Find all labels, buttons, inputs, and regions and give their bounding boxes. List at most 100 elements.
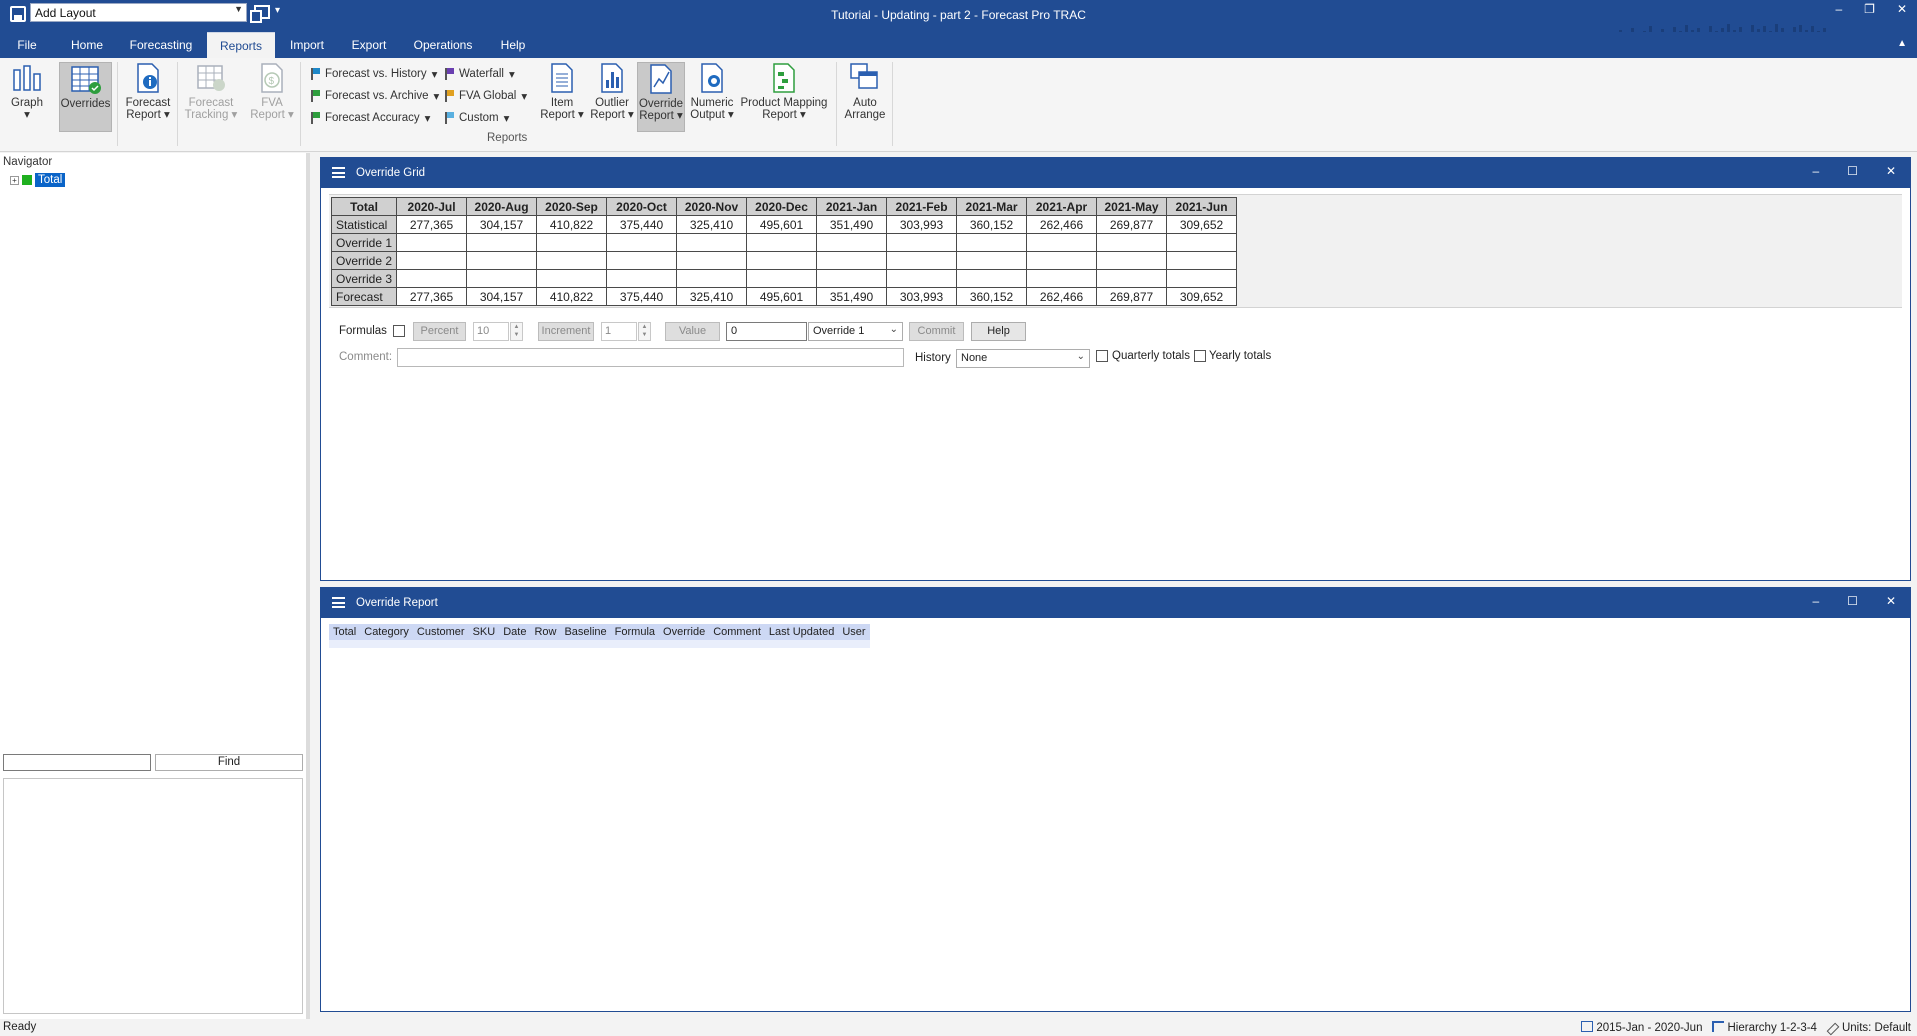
- fva-global-button[interactable]: FVA Global ▾: [445, 89, 527, 103]
- grid-cell[interactable]: 351,490: [816, 215, 888, 234]
- tree-item-total[interactable]: + Total: [10, 173, 66, 187]
- outlier-report-button[interactable]: Outlier Report ▾: [590, 62, 634, 121]
- minimize-icon[interactable]: –: [1835, 2, 1842, 16]
- tab-import[interactable]: Import: [285, 32, 329, 58]
- grid-cell[interactable]: [1026, 269, 1098, 288]
- grid-cell[interactable]: 304,157: [466, 215, 538, 234]
- grid-column-header[interactable]: 2020-Aug: [466, 197, 538, 216]
- overrides-button[interactable]: Overrides: [59, 62, 112, 132]
- grid-cell[interactable]: 304,157: [466, 287, 538, 306]
- grid-cell[interactable]: 262,466: [1026, 287, 1098, 306]
- tab-home[interactable]: Home: [66, 32, 108, 58]
- tab-help[interactable]: Help: [497, 32, 529, 58]
- grid-cell[interactable]: 360,152: [956, 215, 1028, 234]
- tab-file[interactable]: File: [10, 32, 44, 58]
- grid-cell[interactable]: [746, 233, 818, 252]
- minimize-icon[interactable]: –: [1812, 164, 1819, 178]
- grid-cell[interactable]: [886, 251, 958, 270]
- grid-cell[interactable]: [466, 233, 538, 252]
- grid-cell[interactable]: 262,466: [1026, 215, 1098, 234]
- grid-cell[interactable]: [1166, 251, 1238, 270]
- grid-cell[interactable]: [536, 251, 608, 270]
- grid-cell[interactable]: [746, 251, 818, 270]
- tree-item-label[interactable]: Total: [35, 173, 66, 187]
- report-column-header[interactable]: Baseline: [560, 624, 611, 640]
- status-units[interactable]: Units: Default: [1826, 1022, 1911, 1035]
- forecast-vs-archive-button[interactable]: Forecast vs. Archive ▾: [311, 89, 439, 103]
- report-column-header[interactable]: SKU: [468, 624, 500, 640]
- restore-icon[interactable]: ❐: [1864, 2, 1875, 16]
- override-select[interactable]: Override 1 ⌄: [808, 322, 903, 341]
- hamburger-menu-icon[interactable]: [332, 597, 345, 608]
- grid-column-header[interactable]: 2020-Oct: [606, 197, 678, 216]
- grid-cell[interactable]: 325,410: [676, 215, 748, 234]
- product-mapping-report-button[interactable]: Product Mapping Report ▾: [738, 62, 830, 121]
- increment-input[interactable]: 1: [601, 322, 637, 341]
- forecast-tracking-button[interactable]: Forecast Tracking ▾: [180, 62, 242, 121]
- grid-cell[interactable]: 375,440: [606, 287, 678, 306]
- grid-cell[interactable]: [536, 269, 608, 288]
- grid-cell[interactable]: 325,410: [676, 287, 748, 306]
- grid-cell[interactable]: 303,993: [886, 215, 958, 234]
- grid-column-header[interactable]: 2021-Jan: [816, 197, 888, 216]
- close-icon[interactable]: ✕: [1897, 2, 1907, 16]
- grid-cell[interactable]: 410,822: [536, 215, 608, 234]
- waterfall-button[interactable]: Waterfall ▾: [445, 67, 515, 81]
- grid-cell[interactable]: 495,601: [746, 287, 818, 306]
- close-icon[interactable]: ✕: [1886, 594, 1896, 608]
- collapse-ribbon-icon[interactable]: ▲: [1897, 38, 1907, 49]
- tab-export[interactable]: Export: [348, 32, 390, 58]
- grid-cell[interactable]: 303,993: [886, 287, 958, 306]
- commit-button[interactable]: Commit: [909, 322, 964, 341]
- grid-cell[interactable]: [1166, 269, 1238, 288]
- override-report-button[interactable]: Override Report ▾: [637, 62, 685, 132]
- grid-column-header[interactable]: 2021-Apr: [1026, 197, 1098, 216]
- find-button[interactable]: Find: [155, 754, 303, 771]
- grid-cell[interactable]: 375,440: [606, 215, 678, 234]
- quarterly-totals-checkbox[interactable]: [1096, 350, 1108, 362]
- grid-column-header[interactable]: 2021-Feb: [886, 197, 958, 216]
- report-column-header[interactable]: Override: [659, 624, 710, 640]
- grid-cell[interactable]: [606, 269, 678, 288]
- grid-column-header[interactable]: 2020-Jul: [396, 197, 468, 216]
- grid-cell[interactable]: 269,877: [1096, 215, 1168, 234]
- grid-cell[interactable]: [816, 269, 888, 288]
- grid-cell[interactable]: [816, 233, 888, 252]
- status-date-range[interactable]: 2015-Jan - 2020-Jun: [1581, 1021, 1702, 1034]
- tab-forecasting[interactable]: Forecasting: [124, 32, 198, 58]
- grid-cell[interactable]: [606, 251, 678, 270]
- yearly-totals-checkbox[interactable]: [1194, 350, 1206, 362]
- grid-cell[interactable]: 309,652: [1166, 215, 1238, 234]
- forecast-report-button[interactable]: Forecast Report ▾: [122, 62, 174, 121]
- hamburger-menu-icon[interactable]: [332, 167, 345, 178]
- grid-cell[interactable]: [1096, 251, 1168, 270]
- grid-cell[interactable]: [396, 251, 468, 270]
- report-column-header[interactable]: Last Updated: [764, 624, 839, 640]
- grid-cell[interactable]: [956, 269, 1028, 288]
- grid-cell[interactable]: [396, 233, 468, 252]
- grid-cell[interactable]: [676, 251, 748, 270]
- grid-cell[interactable]: [606, 233, 678, 252]
- expand-icon[interactable]: +: [10, 175, 19, 185]
- grid-cell[interactable]: 495,601: [746, 215, 818, 234]
- grid-cell[interactable]: [466, 251, 538, 270]
- value-input[interactable]: 0: [726, 322, 807, 341]
- grid-cell[interactable]: 277,365: [396, 215, 468, 234]
- grid-cell[interactable]: [956, 251, 1028, 270]
- grid-column-header[interactable]: 2021-May: [1096, 197, 1168, 216]
- report-column-header[interactable]: Formula: [610, 624, 660, 640]
- history-select[interactable]: None ⌄: [956, 349, 1090, 368]
- percent-button[interactable]: Percent: [413, 322, 466, 341]
- status-hierarchy[interactable]: Hierarchy 1-2-3-4: [1712, 1021, 1817, 1034]
- increment-stepper-icon[interactable]: ▲ ▼: [638, 322, 651, 341]
- increment-button[interactable]: Increment: [538, 322, 594, 341]
- grid-cell[interactable]: [676, 269, 748, 288]
- percent-stepper-icon[interactable]: ▲ ▼: [510, 322, 523, 341]
- report-column-header[interactable]: Row: [530, 624, 561, 640]
- close-icon[interactable]: ✕: [1886, 164, 1896, 178]
- report-column-header[interactable]: Date: [499, 624, 531, 640]
- auto-arrange-button[interactable]: Auto Arrange: [842, 62, 888, 121]
- grid-cell[interactable]: [536, 233, 608, 252]
- grid-cell[interactable]: [956, 233, 1028, 252]
- grid-cell[interactable]: [1096, 233, 1168, 252]
